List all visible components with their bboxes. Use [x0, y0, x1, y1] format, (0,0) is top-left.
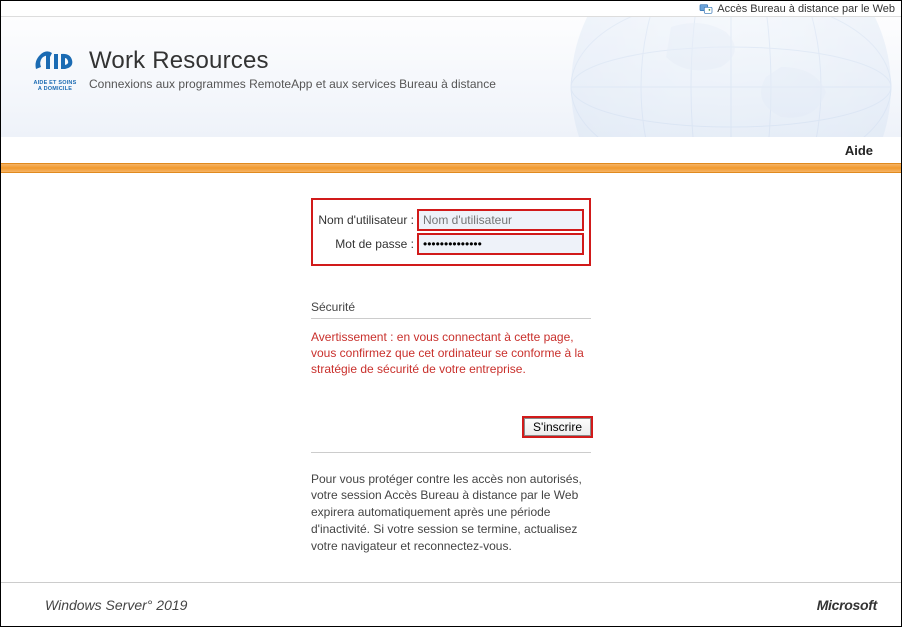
- page-title: Work Resources: [89, 47, 496, 75]
- help-link[interactable]: Aide: [845, 143, 873, 158]
- credentials-box: Nom d'utilisateur : Mot de passe :: [311, 198, 591, 266]
- password-label: Mot de passe :: [317, 237, 418, 251]
- accent-bar: [1, 163, 901, 173]
- logo-subtext: AIDE ET SOINS A DOMICILE: [31, 81, 79, 92]
- logo-icon: AIDE ET SOINS A DOMICILE: [31, 47, 79, 92]
- password-input[interactable]: [418, 234, 583, 254]
- footer: Windows Server° 2019 Microsoft: [1, 582, 901, 626]
- top-bar: Accès Bureau à distance par le Web: [1, 1, 901, 17]
- content-area: Nom d'utilisateur : Mot de passe : Sécur…: [1, 173, 901, 555]
- logo-block: AIDE ET SOINS A DOMICILE Work Resources …: [31, 47, 496, 92]
- header: AIDE ET SOINS A DOMICILE Work Resources …: [1, 17, 901, 137]
- remote-desktop-icon: [699, 3, 713, 15]
- footer-microsoft-label: Microsoft: [817, 597, 877, 613]
- submit-button[interactable]: S'inscrire: [524, 418, 591, 436]
- nav-bar: Aide: [1, 137, 901, 163]
- username-label: Nom d'utilisateur :: [317, 213, 418, 227]
- login-form: Nom d'utilisateur : Mot de passe : Sécur…: [311, 198, 591, 555]
- username-input[interactable]: [418, 210, 583, 230]
- footer-server-label: Windows Server° 2019: [45, 597, 187, 613]
- session-info: Pour vous protéger contre les accès non …: [311, 471, 591, 555]
- page-subtitle: Connexions aux programmes RemoteApp et a…: [89, 77, 496, 91]
- security-heading: Sécurité: [311, 300, 591, 319]
- globe-background: [481, 17, 901, 137]
- divider: [311, 452, 591, 453]
- top-bar-label: Accès Bureau à distance par le Web: [717, 3, 895, 15]
- security-warning: Avertissement : en vous connectant à cet…: [311, 329, 591, 378]
